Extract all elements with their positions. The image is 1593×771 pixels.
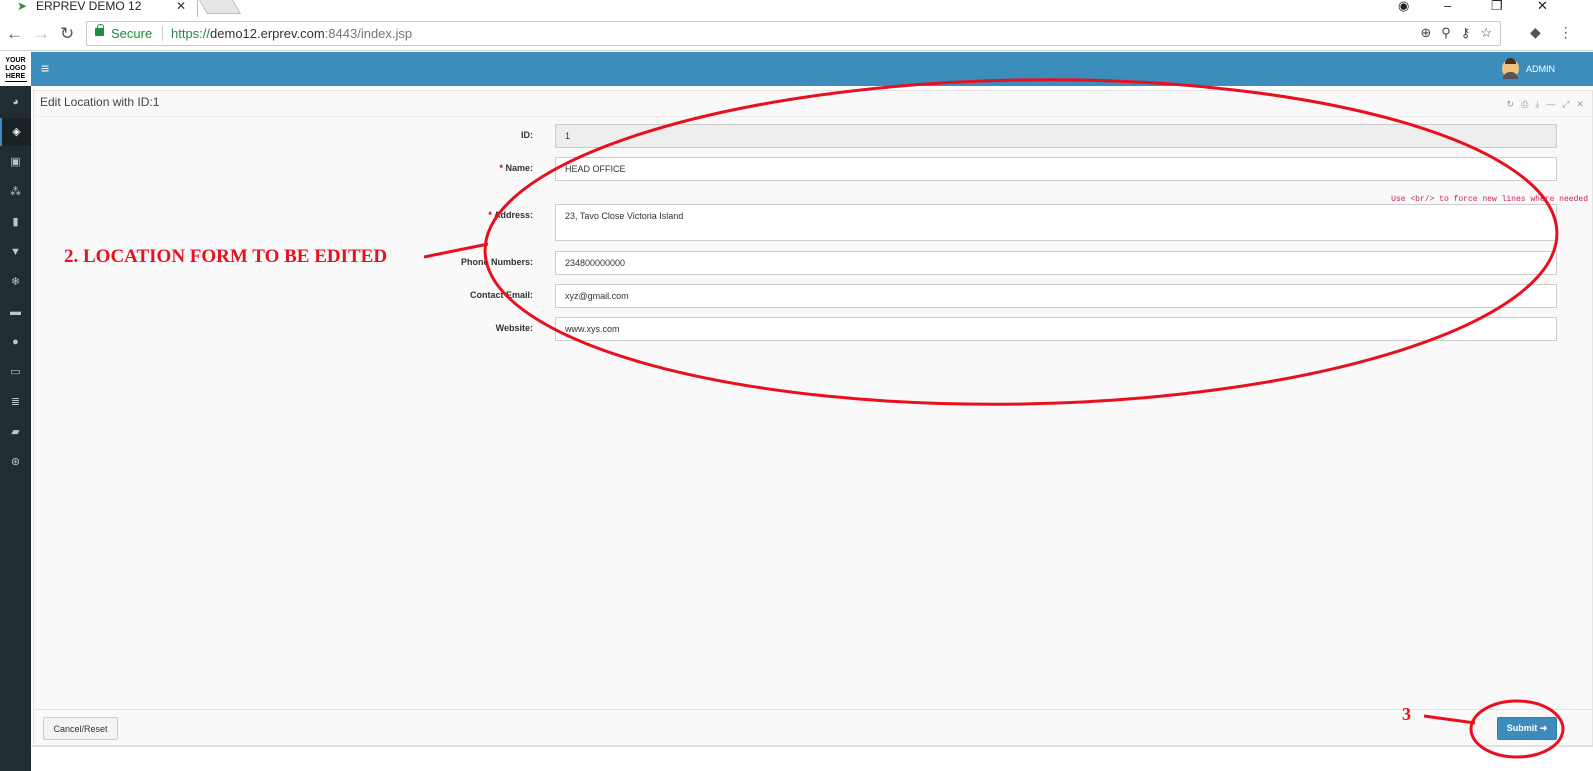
location-target-icon[interactable]: ⊕ — [1420, 25, 1431, 41]
support-icon[interactable]: ⊛ — [0, 448, 31, 476]
address-hint: Use <br/> to force new lines where neede… — [1391, 195, 1588, 204]
url-host: demo12.erprev.com — [210, 26, 325, 41]
tab-close-icon[interactable]: ✕ — [176, 0, 186, 12]
refresh-icon[interactable]: ↻ — [1507, 99, 1515, 110]
forward-icon[interactable]: → — [33, 24, 50, 44]
logo-line-3: HERE — [4, 73, 27, 82]
name-field[interactable]: HEAD OFFICE — [555, 157, 1557, 181]
url-scheme: https:// — [171, 26, 211, 41]
collapse-icon[interactable]: — — [1546, 99, 1555, 110]
tab-title: ERPREV DEMO 12 — [36, 0, 142, 13]
url-path: :8443/index.jsp — [324, 26, 413, 41]
bookmark-star-icon[interactable]: ☆ — [1480, 25, 1492, 41]
address-bar[interactable]: Secure https://demo12.erprev.com:8443/in… — [86, 21, 1501, 46]
secure-label: Secure — [111, 26, 153, 41]
arrow-circle-right-icon: ➜ — [1539, 723, 1548, 733]
building-icon[interactable]: ▮ — [0, 208, 31, 236]
money-icon[interactable]: ▣ — [0, 148, 31, 176]
status-strip — [31, 746, 1593, 771]
address-label: * Address: — [488, 210, 533, 220]
phone-field[interactable]: 234800000000 — [555, 251, 1557, 275]
app-header: ≡ ADMIN — [31, 52, 1593, 86]
browser-tab[interactable]: ➤ ERPREV DEMO 12 ✕ — [0, 0, 198, 17]
reload-icon[interactable]: ↻ — [60, 24, 74, 44]
minimize-icon[interactable]: ‒ — [1444, 0, 1451, 12]
edit-location-panel: Edit Location with ID:1 ↻ ⎙ ⤓ — ⤢ ✕ ID: … — [33, 90, 1593, 746]
user-name[interactable]: ADMIN — [1526, 64, 1555, 74]
extension-area: ◆ ⋮ — [1530, 24, 1573, 41]
book-icon[interactable]: ▰ — [0, 418, 31, 446]
annotation-step-3: 3 — [1402, 704, 1411, 724]
website-label: Website: — [495, 323, 533, 333]
hdd-icon[interactable]: ● — [0, 328, 31, 356]
cubes-icon[interactable]: ⁂ — [0, 178, 31, 206]
print-icon[interactable]: ⎙ — [1521, 99, 1528, 110]
url-text[interactable]: https://demo12.erprev.com:8443/index.jsp — [171, 26, 412, 41]
form-footer-divider — [34, 709, 1592, 710]
id-label: ID: — [521, 130, 533, 140]
logo-line-1: YOUR — [5, 57, 26, 64]
hamburger-menu-icon[interactable]: ≡ — [41, 61, 49, 75]
browser-menu-icon[interactable]: ⋮ — [1559, 24, 1573, 41]
zoom-icon[interactable]: ⚲ — [1441, 25, 1451, 41]
submit-button[interactable]: Submit ➜ — [1497, 717, 1557, 740]
profile-icon[interactable]: ◉ — [1398, 0, 1409, 12]
logo[interactable]: YOUR LOGO HERE — [0, 52, 31, 86]
website-field[interactable]: www.xys.com — [555, 317, 1557, 341]
expand-icon[interactable]: ⤢ — [1562, 99, 1569, 110]
logo-line-2: LOGO — [5, 65, 26, 72]
browser-toolbar: ← → ↻ Secure https://demo12.erprev.com:8… — [0, 17, 1593, 51]
panel-tools: ↻ ⎙ ⤓ — ⤢ ✕ — [1507, 99, 1584, 110]
new-tab-button[interactable] — [198, 0, 242, 14]
user-avatar[interactable] — [1502, 58, 1519, 79]
panel-divider — [34, 116, 1592, 117]
cancel-reset-button[interactable]: Cancel/Reset — [43, 717, 118, 740]
annotation-form-label: 2. LOCATION FORM TO BE EDITED — [64, 246, 388, 267]
sidebar: YOUR LOGO HERE ◕ ◈ ▣ ⁂ ▮ ▼ ❄ ▬ ● ▭ ≣ ▰ ⊛ — [0, 52, 31, 771]
lock-icon — [95, 24, 104, 36]
snowflake-icon[interactable]: ❄ — [0, 268, 31, 296]
tag-icon[interactable]: ◈ — [0, 118, 31, 146]
address-bar-icons: ⊕ ⚲ ⚷ ☆ — [1420, 25, 1492, 41]
address-separator — [162, 26, 163, 41]
name-label: * Name: — [499, 163, 533, 173]
extension-icon[interactable]: ◆ — [1530, 24, 1541, 41]
submit-label: Submit — [1506, 723, 1538, 733]
id-field: 1 — [555, 124, 1557, 148]
cart-icon[interactable]: ▬ — [0, 298, 31, 326]
download-icon[interactable]: ⤓ — [1535, 99, 1539, 110]
dashboard-icon[interactable]: ◕ — [0, 88, 31, 116]
window-close-icon[interactable]: ✕ — [1537, 0, 1548, 12]
desktop-icon[interactable]: ▭ — [0, 358, 31, 386]
trash-icon[interactable]: ▼ — [0, 238, 31, 266]
panel-title: Edit Location with ID:1 — [40, 95, 160, 109]
address-field[interactable]: 23, Tavo Close Victoria Island — [555, 204, 1557, 241]
database-icon[interactable]: ≣ — [0, 388, 31, 416]
key-icon[interactable]: ⚷ — [1461, 25, 1471, 41]
restore-icon[interactable]: ❐ — [1491, 0, 1503, 12]
email-label: Contact Email: — [469, 290, 533, 300]
close-icon[interactable]: ✕ — [1576, 99, 1584, 110]
back-icon[interactable]: ← — [6, 24, 23, 44]
browser-tab-bar: ➤ ERPREV DEMO 12 ✕ ◉ ‒ ❐ ✕ — [0, 0, 1593, 17]
erprev-favicon-icon: ➤ — [17, 0, 28, 13]
email-field[interactable]: xyz@gmail.com — [555, 284, 1557, 308]
